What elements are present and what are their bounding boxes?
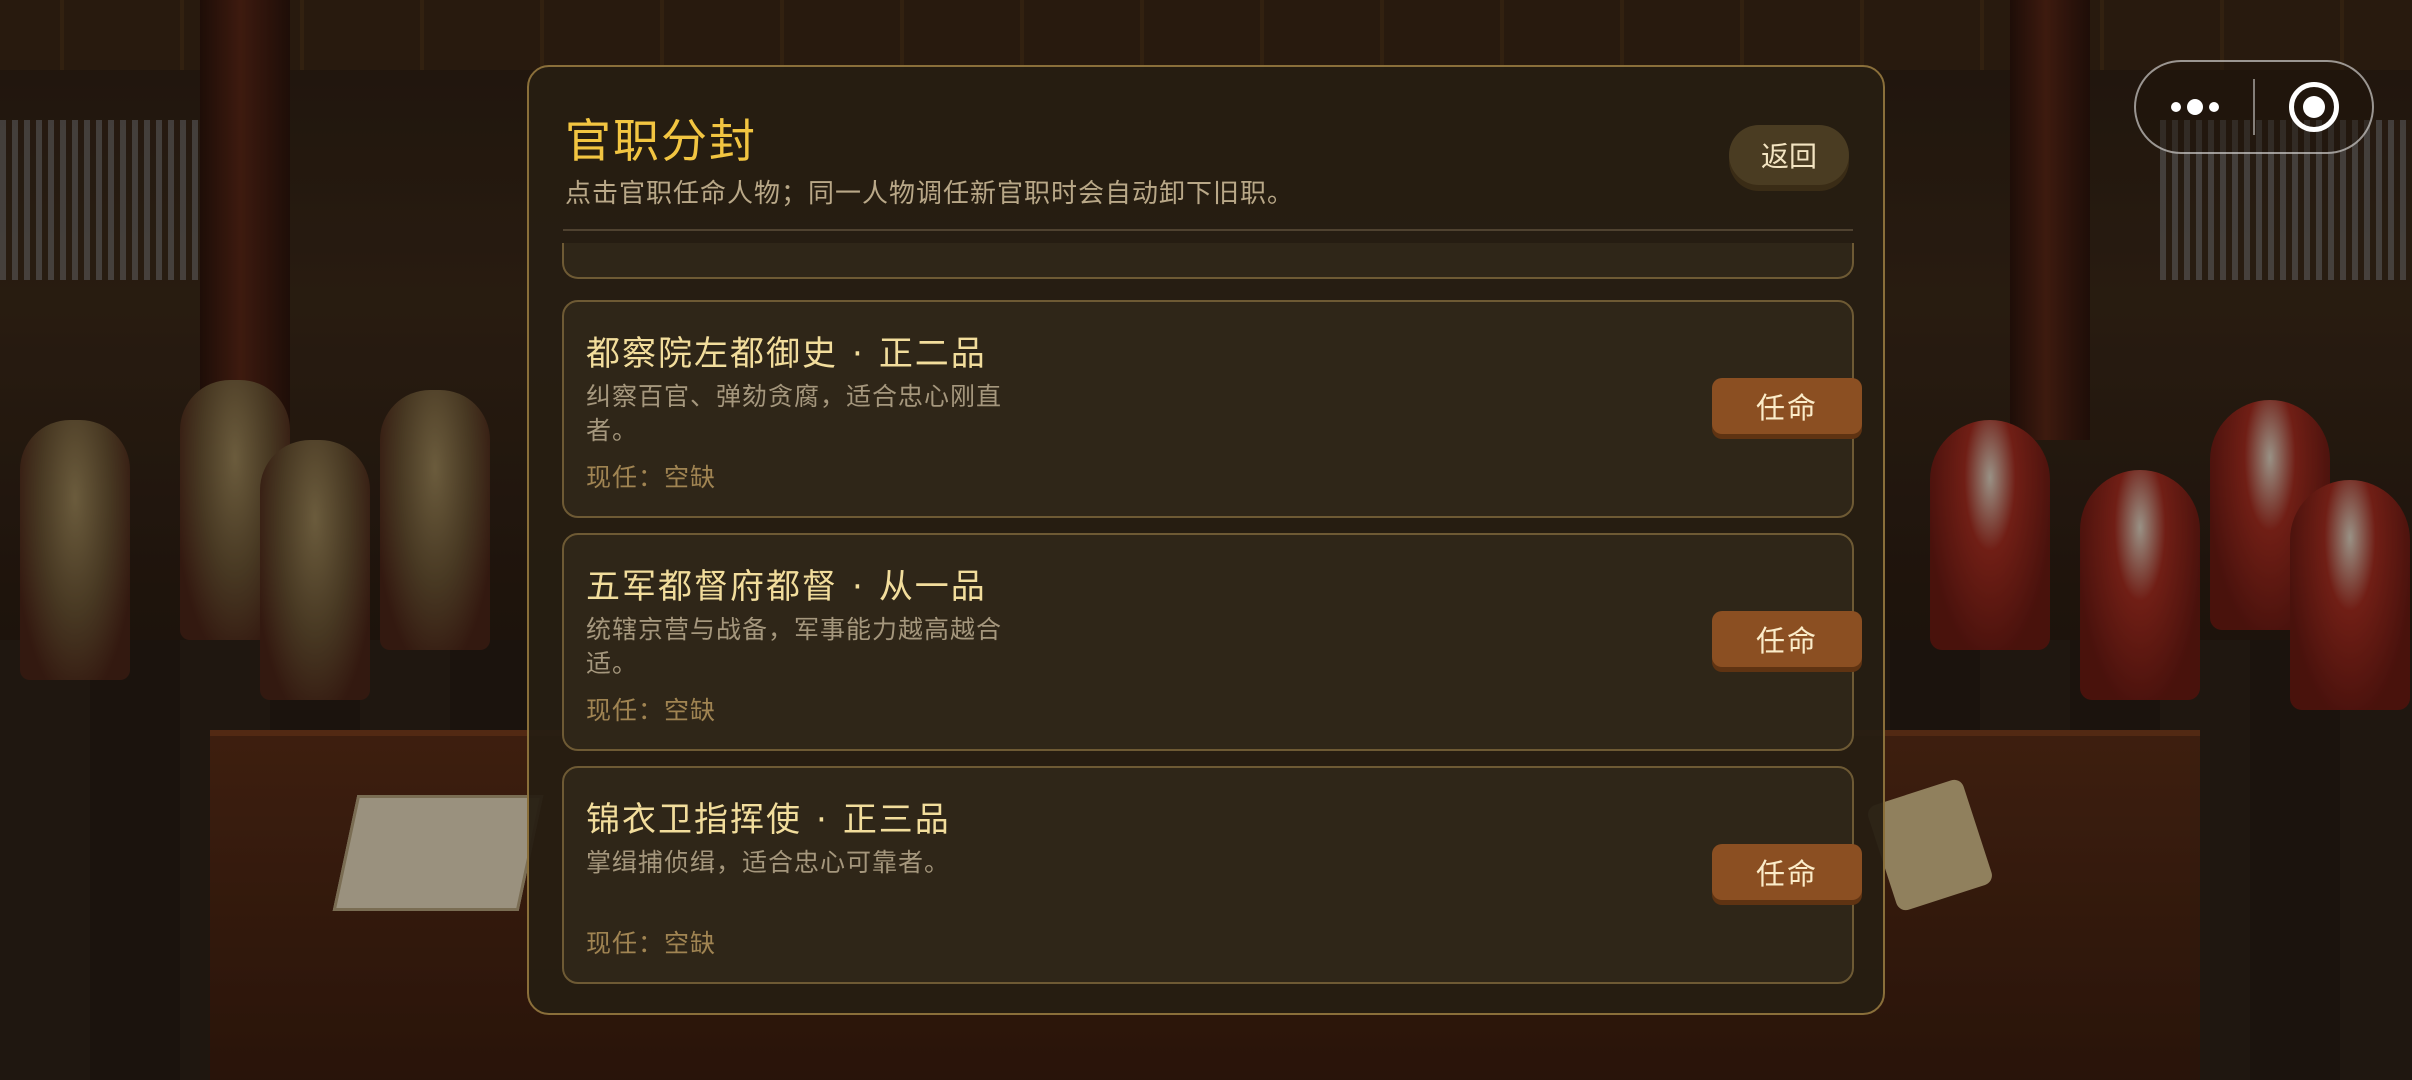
appoint-button[interactable]: 任命 — [1712, 844, 1862, 900]
position-current-holder: 现任：空缺 — [586, 696, 717, 725]
position-rank: 从一品 — [878, 567, 987, 607]
close-button[interactable] — [2255, 62, 2372, 152]
position-title: 锦衣卫指挥使 · 正三品 — [586, 792, 951, 841]
position-rank: 正二品 — [878, 334, 987, 374]
appointment-panel: 官职分封 点击官职任命人物；同一人物调任新官职时会自动卸下旧职。 返回 都察院左… — [527, 65, 1885, 1015]
position-title: 五军都督府都督 · 从一品 — [586, 559, 987, 608]
back-button[interactable]: 返回 — [1729, 125, 1849, 185]
position-name: 五军都督府都督 — [586, 567, 838, 607]
position-card: 锦衣卫指挥使 · 正三品 掌缉捕侦缉，适合忠心可靠者。 现任：空缺 任命 — [562, 766, 1862, 984]
position-title: 都察院左都御史 · 正二品 — [586, 326, 987, 375]
title-separator: · — [852, 567, 865, 607]
position-description: 统辖京营与战备，军事能力越高越合适。 — [586, 615, 1003, 678]
position-card: 都察院左都御史 · 正二品 纠察百官、弹劾贪腐，适合忠心刚直者。 现任：空缺 任命 — [562, 300, 1862, 518]
title-separator: · — [852, 334, 865, 374]
list-item-partial — [562, 243, 1854, 279]
appoint-button[interactable]: 任命 — [1712, 611, 1862, 667]
position-rank: 正三品 — [842, 800, 951, 840]
page-title: 官职分封 — [565, 114, 757, 168]
more-button[interactable] — [2136, 62, 2253, 152]
page-subtitle: 点击官职任命人物；同一人物调任新官职时会自动卸下旧职。 — [565, 179, 1295, 209]
position-name: 锦衣卫指挥使 — [586, 800, 802, 840]
divider — [563, 229, 1853, 231]
target-circle-icon — [2288, 82, 2339, 132]
appoint-button[interactable]: 任命 — [1712, 378, 1862, 434]
title-separator: · — [816, 800, 829, 840]
miniprogram-capsule — [2134, 60, 2374, 154]
position-current-holder: 现任：空缺 — [586, 929, 717, 958]
more-dots-icon — [2170, 99, 2219, 115]
position-name: 都察院左都御史 — [586, 334, 838, 374]
position-description: 纠察百官、弹劾贪腐，适合忠心刚直者。 — [586, 382, 1003, 445]
position-card: 五军都督府都督 · 从一品 统辖京营与战备，军事能力越高越合适。 现任：空缺 任命 — [562, 533, 1862, 751]
position-description: 掌缉捕侦缉，适合忠心可靠者。 — [586, 848, 951, 877]
position-current-holder: 现任：空缺 — [586, 463, 717, 492]
